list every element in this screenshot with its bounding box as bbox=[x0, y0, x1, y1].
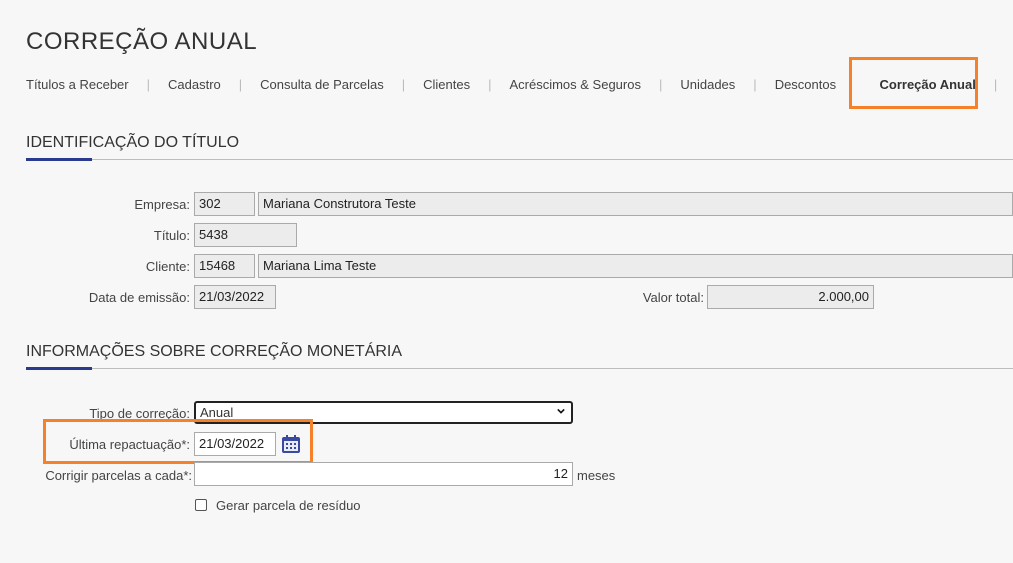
empresa-name-field[interactable]: Mariana Construtora Teste bbox=[258, 192, 1013, 216]
titulo-label: Título: bbox=[153, 228, 190, 243]
highlight-box-ultima-repactuacao bbox=[43, 419, 313, 464]
highlight-box-active-tab bbox=[849, 57, 978, 109]
section-heading-identificacao: IDENTIFICAÇÃO DO TÍTULO bbox=[26, 134, 240, 151]
cliente-code-field[interactable]: 15468 bbox=[194, 254, 255, 278]
empresa-label: Empresa: bbox=[134, 197, 190, 212]
cliente-name-field[interactable]: Mariana Lima Teste bbox=[258, 254, 1013, 278]
tab-separator: | bbox=[993, 76, 998, 92]
valor-total-label: Valor total: bbox=[642, 290, 704, 305]
tab-separator: | bbox=[146, 76, 150, 92]
tab-separator: | bbox=[401, 76, 406, 92]
tab-separator: | bbox=[238, 76, 243, 92]
tipo-correcao-value: Anual bbox=[200, 405, 234, 420]
corrigir-unit-label: meses bbox=[577, 468, 616, 483]
gerar-residuo-checkbox[interactable] bbox=[195, 499, 207, 511]
corrigir-parcelas-label: Corrigir parcelas a cada*: bbox=[45, 468, 192, 483]
section-accent bbox=[26, 158, 92, 161]
tab-separator: | bbox=[488, 76, 492, 92]
tab-separator: | bbox=[753, 76, 757, 92]
tab-descontos[interactable]: Descontos bbox=[775, 77, 836, 92]
section-divider bbox=[26, 159, 1013, 160]
tab-titulos-a-receber[interactable]: Títulos a Receber bbox=[26, 77, 129, 92]
tab-cadastro[interactable]: Cadastro bbox=[168, 77, 221, 92]
tab-unidades[interactable]: Unidades bbox=[680, 77, 735, 92]
gerar-residuo-label: Gerar parcela de resíduo bbox=[216, 498, 361, 513]
page-title: CORREÇÃO ANUAL bbox=[26, 28, 258, 55]
corrigir-parcelas-field[interactable]: 12 bbox=[194, 462, 573, 486]
tab-acrescimos-seguros[interactable]: Acréscimos & Seguros bbox=[509, 77, 641, 92]
data-emissao-field[interactable]: 21/03/2022 bbox=[194, 285, 276, 309]
empresa-code-field[interactable]: 302 bbox=[194, 192, 255, 216]
section-accent bbox=[26, 367, 92, 370]
cliente-label: Cliente: bbox=[145, 259, 190, 274]
tab-clientes[interactable]: Clientes bbox=[423, 77, 470, 92]
tab-separator: | bbox=[658, 76, 663, 92]
data-emissao-label: Data de emissão: bbox=[88, 290, 190, 305]
chevron-down-icon bbox=[557, 408, 565, 414]
section-divider bbox=[26, 368, 1013, 369]
section-heading-correcao: INFORMAÇÕES SOBRE CORREÇÃO MONETÁRIA bbox=[26, 343, 403, 360]
valor-total-field[interactable]: 2.000,00 bbox=[707, 285, 874, 309]
titulo-field[interactable]: 5438 bbox=[194, 223, 297, 247]
tab-consulta-de-parcelas[interactable]: Consulta de Parcelas bbox=[260, 77, 384, 92]
